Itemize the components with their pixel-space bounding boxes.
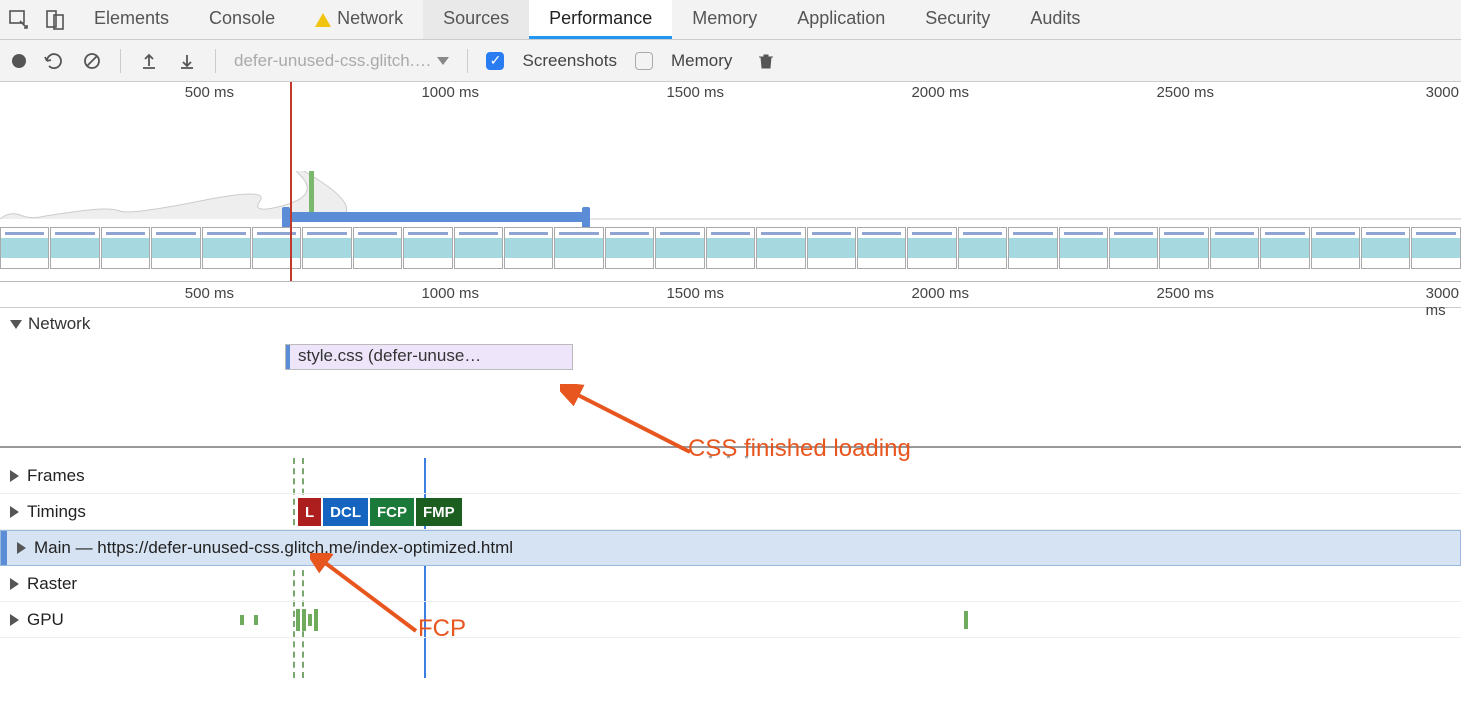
expand-icon [10,614,19,626]
tab-application[interactable]: Application [777,0,905,39]
inspect-tools [0,0,74,39]
tab-memory[interactable]: Memory [672,0,777,39]
network-section-header[interactable]: Network [0,308,1461,340]
download-icon[interactable] [177,51,197,71]
screenshot-thumb[interactable] [302,227,351,269]
screenshot-thumb[interactable] [655,227,704,269]
overview-panel[interactable]: 500 ms 1000 ms 1500 ms 2000 ms 2500 ms 3… [0,82,1461,282]
trash-icon[interactable] [756,51,776,71]
timings-row[interactable]: Timings L DCL FCP FMP [0,494,1461,530]
warning-icon [315,13,331,27]
screenshot-thumb[interactable] [554,227,603,269]
expand-icon [10,470,19,482]
chevron-down-icon [437,57,449,65]
screenshot-thumb[interactable] [907,227,956,269]
tab-network[interactable]: Network [295,0,423,39]
tab-security[interactable]: Security [905,0,1010,39]
screenshot-thumb[interactable] [151,227,200,269]
badge-fcp[interactable]: FCP [370,498,416,526]
recording-dropdown[interactable]: defer-unused-css.glitch.… [234,51,449,71]
inspect-icon[interactable] [8,9,30,31]
screenshot-thumb[interactable] [1411,227,1460,269]
screenshots-checkbox[interactable]: ✓ [486,52,504,70]
screenshot-thumb[interactable] [756,227,805,269]
playhead[interactable] [290,82,292,281]
expand-icon [10,578,19,590]
memory-checkbox[interactable] [635,52,653,70]
time-selection[interactable] [285,212,585,222]
tab-audits[interactable]: Audits [1010,0,1100,39]
screenshot-thumb[interactable] [202,227,251,269]
memory-label: Memory [671,51,732,71]
screenshot-thumb[interactable] [857,227,906,269]
screenshot-thumb[interactable] [101,227,150,269]
raster-row[interactable]: Raster [0,566,1461,602]
gpu-row[interactable]: GPU [0,602,1461,638]
screenshot-thumb[interactable] [50,227,99,269]
screenshot-thumb[interactable] [353,227,402,269]
record-button[interactable] [12,54,26,68]
perf-toolbar: defer-unused-css.glitch.… ✓ Screenshots … [0,40,1461,82]
badge-fmp[interactable]: FMP [416,498,464,526]
screenshot-thumb[interactable] [807,227,856,269]
screenshot-thumb[interactable] [454,227,503,269]
screenshot-thumb[interactable] [1311,227,1360,269]
expand-icon [10,320,22,329]
clear-icon[interactable] [82,51,102,71]
detail-ruler: 500 ms 1000 ms 1500 ms 2000 ms 2500 ms 3… [0,282,1461,308]
screenshot-thumb[interactable] [958,227,1007,269]
tab-elements[interactable]: Elements [74,0,189,39]
screenshot-thumb[interactable] [403,227,452,269]
screenshots-row [0,227,1461,269]
screenshot-thumb[interactable] [605,227,654,269]
annotation-css: CSS finished loading [688,435,911,463]
tab-sources[interactable]: Sources [423,0,529,39]
screenshot-thumb[interactable] [0,227,49,269]
screenshot-thumb[interactable] [1159,227,1208,269]
selection-handle-right[interactable] [582,207,590,229]
screenshot-thumb[interactable] [252,227,301,269]
flame-tracks: Frames Timings L DCL FCP FMP Main — http… [0,458,1461,638]
timing-badges: L DCL FCP FMP [298,498,464,526]
screenshot-thumb[interactable] [1109,227,1158,269]
badge-dcl[interactable]: DCL [323,498,370,526]
request-wait-segment [285,345,290,369]
upload-icon[interactable] [139,51,159,71]
reload-icon[interactable] [44,51,64,71]
screenshot-thumb[interactable] [1059,227,1108,269]
screenshot-thumb[interactable] [1260,227,1309,269]
network-track[interactable]: style.css (defer-unuse… [0,340,1461,448]
devtools-tabs: Elements Console Network Sources Perform… [0,0,1461,40]
screenshot-thumb[interactable] [504,227,553,269]
screenshot-thumb[interactable] [706,227,755,269]
network-request-bar[interactable]: style.css (defer-unuse… [285,344,573,370]
screenshot-thumb[interactable] [1210,227,1259,269]
detail-panel: Network style.css (defer-unuse… ﹡﹡﹡ Fram… [0,308,1461,638]
tab-performance[interactable]: Performance [529,0,672,39]
main-thread-row[interactable]: Main — https://defer-unused-css.glitch.m… [0,530,1461,566]
device-icon[interactable] [44,9,66,31]
screenshot-thumb[interactable] [1008,227,1057,269]
cpu-chart [0,171,1461,221]
annotation-fcp: FCP [418,615,466,643]
badge-l[interactable]: L [298,498,323,526]
screenshots-label: Screenshots [522,51,617,71]
screenshot-thumb[interactable] [1361,227,1410,269]
tab-console[interactable]: Console [189,0,295,39]
expand-icon [17,542,26,554]
frames-row[interactable]: Frames [0,458,1461,494]
expand-icon [10,506,19,518]
overview-ruler: 500 ms 1000 ms 1500 ms 2000 ms 2500 ms 3… [0,82,1461,106]
selection-handle-left[interactable] [282,207,290,229]
